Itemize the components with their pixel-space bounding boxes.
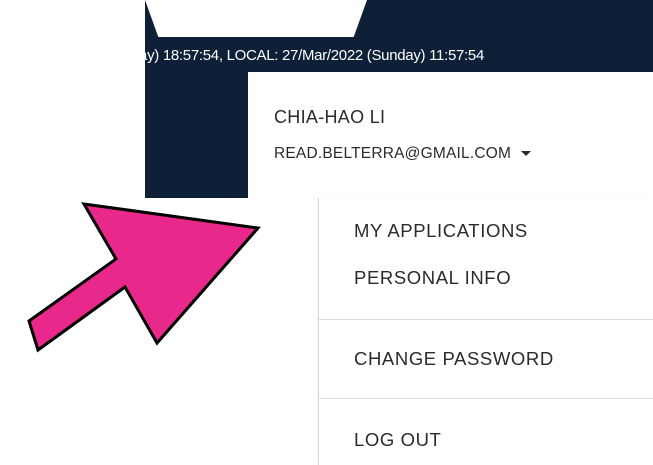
pointer-arrow-icon [27,202,261,353]
